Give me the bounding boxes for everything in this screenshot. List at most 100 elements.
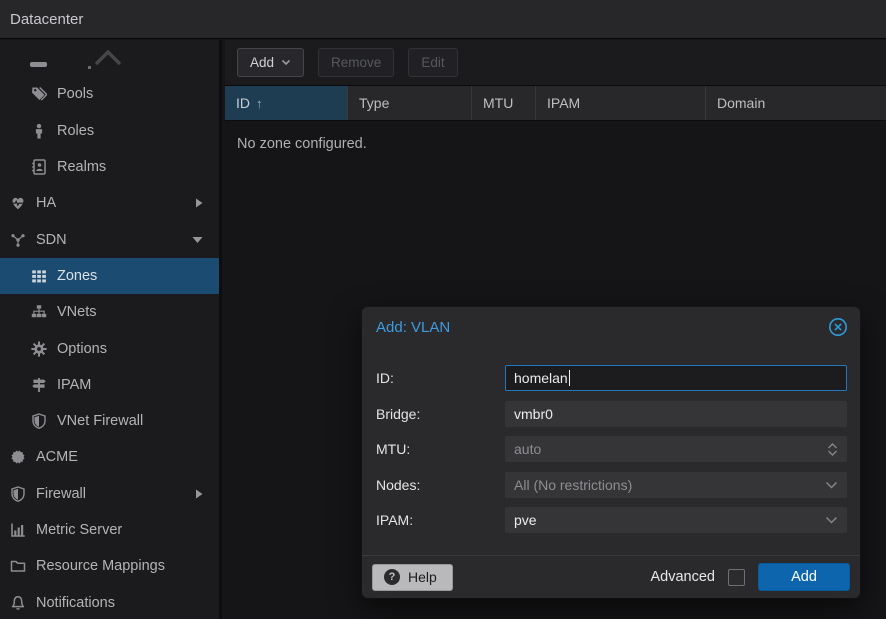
bridge-field-label: Bridge: <box>376 406 505 422</box>
sidebar-item-notifications[interactable]: Notifications <box>0 584 219 619</box>
sidebar-item-pools[interactable]: Pools <box>0 76 219 112</box>
sidebar-item-realms[interactable]: Realms <box>0 149 219 185</box>
sidebar-item-vnets[interactable]: VNets <box>0 294 219 330</box>
dialog-header[interactable]: Add: VLAN <box>362 307 860 347</box>
table-body: No zone configured. <box>225 121 886 167</box>
sidebar-item-label: Options <box>57 341 107 357</box>
bridge-field-value: vmbr0 <box>514 406 553 422</box>
grid-icon <box>31 268 47 284</box>
help-button[interactable]: ? Help <box>372 564 453 591</box>
column-header-label: Type <box>359 95 389 111</box>
column-header-domain[interactable]: Domain <box>706 86 886 120</box>
close-icon[interactable] <box>828 317 848 337</box>
column-header-mtu[interactable]: MTU <box>472 86 536 120</box>
select-arrow[interactable] <box>825 481 838 489</box>
form-row-nodes: Nodes: All (No restrictions) <box>376 472 847 498</box>
chevron-down-icon <box>825 481 838 489</box>
remove-button-label: Remove <box>331 55 381 70</box>
sidebar-item-ha[interactable]: HA <box>0 185 219 221</box>
edit-button[interactable]: Edit <box>408 48 457 77</box>
sidebar-item-roles[interactable]: Roles <box>0 113 219 149</box>
sidebar-item-label: Realms <box>57 159 106 175</box>
chevron-right-icon[interactable] <box>195 489 203 499</box>
bell-icon <box>10 595 26 611</box>
sidebar-item-firewall[interactable]: Firewall <box>0 476 219 512</box>
id-field[interactable]: homelan <box>505 365 847 391</box>
spinner-up-icon[interactable] <box>827 443 838 449</box>
sidebar-item-label: ACME <box>36 449 78 465</box>
submit-add-button-label: Add <box>791 569 817 585</box>
chevron-down-icon[interactable] <box>192 236 203 244</box>
sidebar-item-label: Resource Mappings <box>36 558 165 574</box>
nodes-field-value: All (No restrictions) <box>514 477 632 493</box>
cut-off-icon <box>30 62 47 67</box>
sidebar-item-vnet-firewall[interactable]: VNet Firewall <box>0 403 219 439</box>
column-header-type[interactable]: Type <box>348 86 472 120</box>
bridge-field[interactable]: vmbr0 <box>505 401 847 427</box>
sidebar-item-label: Pools <box>57 86 93 102</box>
sort-asc-icon: ↑ <box>256 96 263 111</box>
column-header-label: IPAM <box>547 95 580 111</box>
address-book-icon <box>31 159 47 175</box>
zones-toolbar: Add Remove Edit <box>225 40 886 86</box>
form-row-bridge: Bridge: vmbr0 <box>376 401 847 427</box>
sidebar-item-sdn[interactable]: SDN <box>0 221 219 257</box>
chevron-down-icon <box>281 59 291 66</box>
bar-chart-icon <box>10 522 26 538</box>
gear-icon <box>31 341 47 357</box>
sidebar-item-resource-mappings[interactable]: Resource Mappings <box>0 548 219 584</box>
chevron-right-icon[interactable] <box>195 198 203 208</box>
sidebar-item-ipam[interactable]: IPAM <box>0 367 219 403</box>
table-header-row: ID ↑ Type MTU IPAM Domain <box>225 86 886 121</box>
form-row-id: ID: homelan <box>376 365 847 391</box>
column-header-label: Domain <box>717 95 765 111</box>
ipam-field-value: pve <box>514 512 537 528</box>
spinner-down-icon[interactable] <box>827 450 838 456</box>
id-field-value: homelan <box>514 370 568 386</box>
nodes-field-label: Nodes: <box>376 477 505 493</box>
question-mark-icon: ? <box>384 569 400 585</box>
heartbeat-icon <box>10 195 26 211</box>
spinner-arrows[interactable] <box>827 443 838 456</box>
add-button-label: Add <box>250 55 274 70</box>
ipam-select[interactable]: pve <box>505 507 847 533</box>
add-button[interactable]: Add <box>237 48 304 77</box>
submit-add-button[interactable]: Add <box>758 563 850 591</box>
user-icon <box>31 123 47 139</box>
sidebar-item-acme[interactable]: ACME <box>0 439 219 475</box>
network-nodes-icon <box>10 232 26 248</box>
mtu-spinner[interactable]: auto <box>505 436 847 462</box>
partially-visible-item[interactable] <box>0 40 219 76</box>
id-field-label: ID: <box>376 370 505 386</box>
sidebar-item-zones[interactable]: Zones <box>0 258 219 294</box>
shield-icon <box>10 486 26 502</box>
empty-table-message: No zone configured. <box>237 136 367 152</box>
mtu-field-label: MTU: <box>376 441 505 457</box>
column-header-label: ID <box>236 95 250 111</box>
sitemap-icon <box>31 304 47 320</box>
chevron-down-icon <box>825 516 838 524</box>
advanced-checkbox[interactable] <box>728 569 745 586</box>
column-header-id[interactable]: ID ↑ <box>225 86 348 120</box>
help-button-label: Help <box>408 569 437 585</box>
dialog-title: Add: VLAN <box>376 319 828 336</box>
column-header-ipam[interactable]: IPAM <box>536 86 706 120</box>
sidebar-item-label: HA <box>36 195 56 211</box>
sidebar-item-label: Zones <box>57 268 97 284</box>
sidebar-item-label: VNets <box>57 304 97 320</box>
select-arrow[interactable] <box>825 516 838 524</box>
edit-button-label: Edit <box>421 55 444 70</box>
top-header-bar: Datacenter <box>0 0 886 39</box>
map-signs-icon <box>31 377 47 393</box>
nodes-select[interactable]: All (No restrictions) <box>505 472 847 498</box>
sidebar-item-options[interactable]: Options <box>0 330 219 366</box>
cut-off-text-fragment <box>88 66 91 69</box>
chevron-up-icon <box>94 49 122 66</box>
sidebar-item-label: Firewall <box>36 486 86 502</box>
sidebar-item-label: SDN <box>36 232 67 248</box>
sidebar-item-metric-server[interactable]: Metric Server <box>0 512 219 548</box>
remove-button[interactable]: Remove <box>318 48 394 77</box>
form-row-mtu: MTU: auto <box>376 436 847 462</box>
add-vlan-dialog: Add: VLAN ID: homelan Bridge: vmbr0 MTU:… <box>362 307 860 598</box>
sidebar-item-label: VNet Firewall <box>57 413 143 429</box>
